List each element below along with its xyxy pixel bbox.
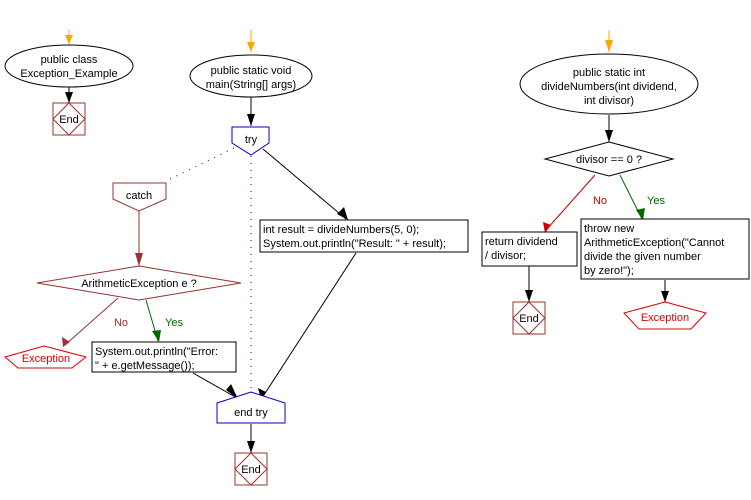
catch-node[interactable]: catch xyxy=(112,182,167,212)
catch-no-label: No xyxy=(114,317,128,329)
return-action-node[interactable]: return dividend / divisor; xyxy=(481,231,578,267)
divide-start-line-1: public static int xyxy=(573,67,645,79)
divide-no-label: No xyxy=(593,195,607,207)
main-start-node[interactable]: public static void main(String[] args) xyxy=(189,54,313,98)
catch-exception-node[interactable]: Exception xyxy=(3,345,88,369)
catch-exception-label: Exception xyxy=(22,353,70,365)
divide-start-line-3: int divisor) xyxy=(584,95,634,107)
main-start-line-1: public static void xyxy=(211,65,292,77)
divide-start-line-2: divideNumbers(int dividend, xyxy=(541,81,677,93)
return-action-line-1: return dividend xyxy=(485,236,558,248)
flow-arrow xyxy=(605,115,613,142)
try-to-catch-dotted xyxy=(165,147,235,182)
entry-arrow xyxy=(605,30,613,52)
throw-action-line-4: by zero!"); xyxy=(584,265,634,277)
flow-arrow xyxy=(525,266,533,302)
try-label: try xyxy=(245,134,258,146)
catch-decision-label: ArithmeticException e ? xyxy=(81,278,197,290)
flow-arrow xyxy=(135,211,143,266)
flow-arrow xyxy=(258,252,357,400)
divide-decision-node[interactable]: divisor == 0 ? xyxy=(543,141,675,177)
main-end-node[interactable]: End xyxy=(234,452,268,486)
end-try-node[interactable]: end try xyxy=(216,391,286,424)
class-end-label: End xyxy=(59,114,79,126)
divide-start-node[interactable]: public static int divideNumbers(int divi… xyxy=(519,53,699,115)
try-node[interactable]: try xyxy=(231,126,270,156)
class-start-line-2: Exception_Example xyxy=(20,68,117,80)
flowchart-canvas: public class Exception_Example End publi… xyxy=(3,30,750,486)
throw-action-line-2: ArithmeticException("Cannot xyxy=(584,237,724,249)
try-action-line-1: int result = divideNumbers(5, 0); xyxy=(263,224,419,236)
end-try-label: end try xyxy=(234,407,268,419)
return-action-line-2: / divisor; xyxy=(485,250,526,262)
divide-yes-label: Yes xyxy=(647,195,665,207)
flow-arrow xyxy=(192,372,238,399)
throw-action-line-1: throw new xyxy=(584,223,634,235)
catch-action-line-2: " + e.getMessage()); xyxy=(95,360,195,372)
divide-flowchart: public static int divideNumbers(int divi… xyxy=(481,30,750,335)
main-start-line-2: main(String[] args) xyxy=(206,79,296,91)
yes-branch-arrow xyxy=(619,174,645,220)
try-action-line-2: System.out.println("Result: " + result); xyxy=(263,238,446,250)
no-branch-arrow xyxy=(62,297,119,347)
divide-end-label: End xyxy=(519,313,539,325)
entry-arrow xyxy=(65,30,73,44)
throw-action-line-3: divide the given number xyxy=(584,251,701,263)
divide-end-node[interactable]: End xyxy=(512,301,546,335)
catch-decision-node[interactable]: ArithmeticException e ? xyxy=(36,265,242,301)
divide-exception-label: Exception xyxy=(641,312,689,324)
flow-arrow xyxy=(247,424,255,453)
flow-arrow xyxy=(247,97,255,126)
class-flowchart: public class Exception_Example End xyxy=(4,30,134,136)
catch-yes-label: Yes xyxy=(165,317,183,329)
class-end-node[interactable]: End xyxy=(52,102,86,136)
flow-arrow xyxy=(661,280,669,302)
try-action-node[interactable]: int result = divideNumbers(5, 0); System… xyxy=(259,219,469,253)
divide-exception-node[interactable]: Exception xyxy=(623,301,707,330)
catch-label: catch xyxy=(126,190,152,202)
catch-action-line-1: System.out.println("Error: xyxy=(95,346,218,358)
catch-action-node[interactable]: System.out.println("Error: " + e.getMess… xyxy=(91,341,237,373)
flow-arrow xyxy=(65,87,73,103)
throw-action-node[interactable]: throw new ArithmeticException("Cannot di… xyxy=(580,218,750,280)
yes-branch-arrow xyxy=(145,299,161,342)
class-start-line-1: public class xyxy=(41,54,98,66)
main-end-label: End xyxy=(241,464,261,476)
class-start-node[interactable]: public class Exception_Example xyxy=(4,44,134,88)
flow-arrow xyxy=(262,148,348,220)
divide-decision-label: divisor == 0 ? xyxy=(576,154,642,166)
main-flowchart: public static void main(String[] args) t… xyxy=(3,30,469,486)
entry-arrow xyxy=(247,30,255,52)
